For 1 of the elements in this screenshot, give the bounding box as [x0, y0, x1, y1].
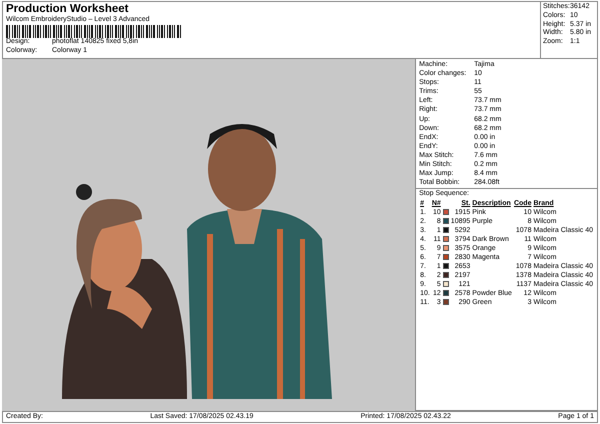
document-title: Production Worksheet: [6, 2, 130, 16]
